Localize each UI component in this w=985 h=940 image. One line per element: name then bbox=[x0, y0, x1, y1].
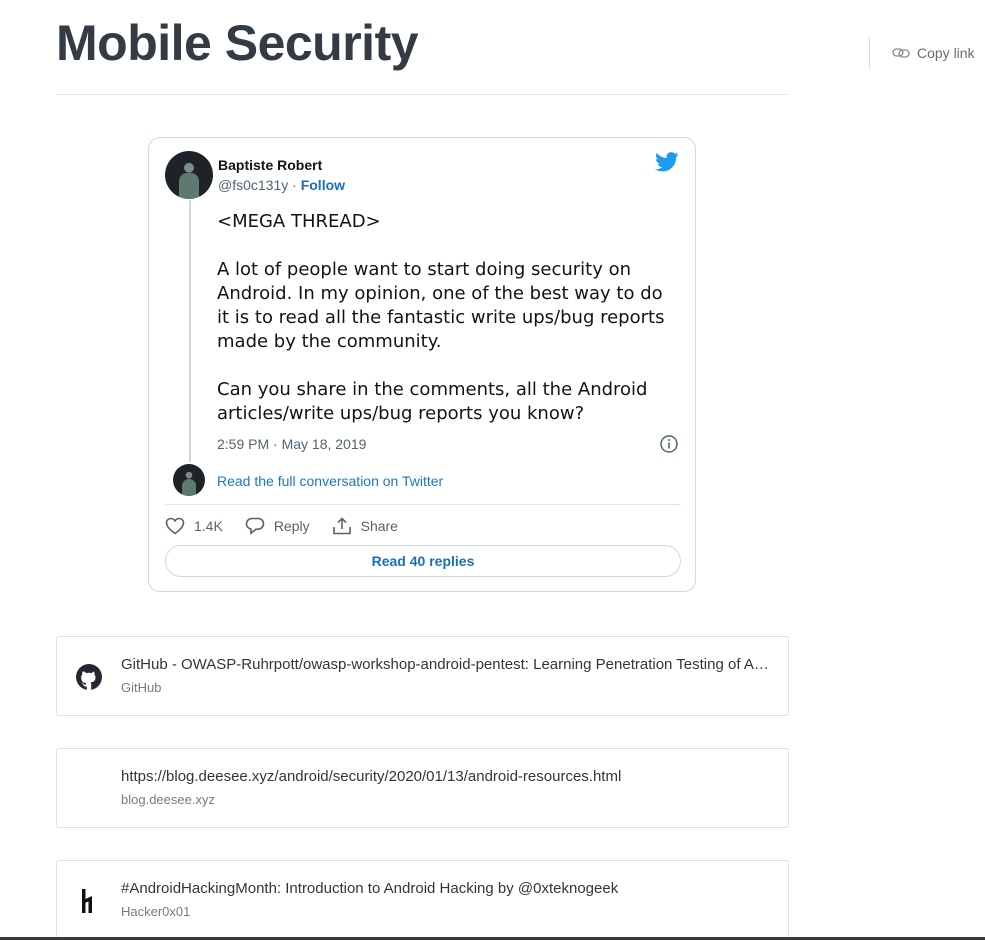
copy-link-label: Copy link bbox=[917, 45, 975, 61]
tweet-divider bbox=[165, 504, 681, 505]
bookmark-title: https://blog.deesee.xyz/android/security… bbox=[121, 768, 622, 785]
bookmark-source: blog.deesee.xyz bbox=[121, 792, 215, 807]
heart-icon bbox=[165, 517, 185, 535]
thread-avatar[interactable] bbox=[173, 464, 205, 496]
follow-link[interactable]: Follow bbox=[301, 177, 345, 193]
bookmark-card[interactable]: GitHub - OWASP-Ruhrpott/owasp-workshop-a… bbox=[56, 636, 789, 716]
title-divider bbox=[56, 94, 789, 95]
handle-separator: · bbox=[288, 177, 301, 193]
bookmark-card[interactable]: #AndroidHackingMonth: Introduction to An… bbox=[56, 860, 789, 940]
author-handle[interactable]: @fs0c131y bbox=[218, 177, 288, 193]
bookmark-title: #AndroidHackingMonth: Introduction to An… bbox=[121, 880, 619, 897]
bookmark-card[interactable]: https://blog.deesee.xyz/android/security… bbox=[56, 748, 789, 828]
info-icon[interactable] bbox=[659, 434, 679, 454]
read-replies-button[interactable]: Read 40 replies bbox=[165, 545, 681, 577]
page-title: Mobile Security bbox=[56, 15, 419, 71]
reply-label: Reply bbox=[273, 518, 310, 534]
read-full-conversation-link[interactable]: Read the full conversation on Twitter bbox=[217, 473, 443, 489]
hackerone-icon bbox=[82, 889, 92, 913]
header-divider bbox=[869, 37, 870, 69]
author-name[interactable]: Baptiste Robert bbox=[218, 157, 322, 173]
bookmark-source: Hacker0x01 bbox=[121, 904, 191, 919]
tweet-text: <MEGA THREAD> A lot of people want to st… bbox=[217, 211, 665, 424]
copy-link-button[interactable]: Copy link bbox=[892, 42, 975, 64]
github-icon bbox=[76, 664, 102, 690]
like-button[interactable]: 1.4K bbox=[165, 517, 223, 535]
author-handle-row: @fs0c131y · Follow bbox=[218, 177, 345, 193]
tweet-timestamp[interactable]: 2:59 PM · May 18, 2019 bbox=[217, 436, 366, 452]
reply-icon bbox=[245, 517, 265, 535]
share-label: Share bbox=[360, 518, 398, 534]
bookmark-title: GitHub - OWASP-Ruhrpott/owasp-workshop-a… bbox=[121, 656, 773, 673]
author-avatar[interactable] bbox=[165, 151, 213, 199]
share-icon bbox=[332, 517, 351, 535]
link-icon bbox=[892, 48, 910, 58]
thread-line bbox=[189, 200, 191, 462]
tweet-embed: Baptiste Robert @fs0c131y · Follow <MEGA… bbox=[148, 137, 696, 592]
twitter-bird-icon[interactable] bbox=[655, 152, 679, 172]
tweet-actions: 1.4K Reply Share bbox=[165, 514, 398, 538]
share-button[interactable]: Share bbox=[332, 517, 398, 535]
like-count: 1.4K bbox=[194, 518, 223, 534]
bookmark-source: GitHub bbox=[121, 680, 162, 695]
reply-button[interactable]: Reply bbox=[245, 517, 310, 535]
